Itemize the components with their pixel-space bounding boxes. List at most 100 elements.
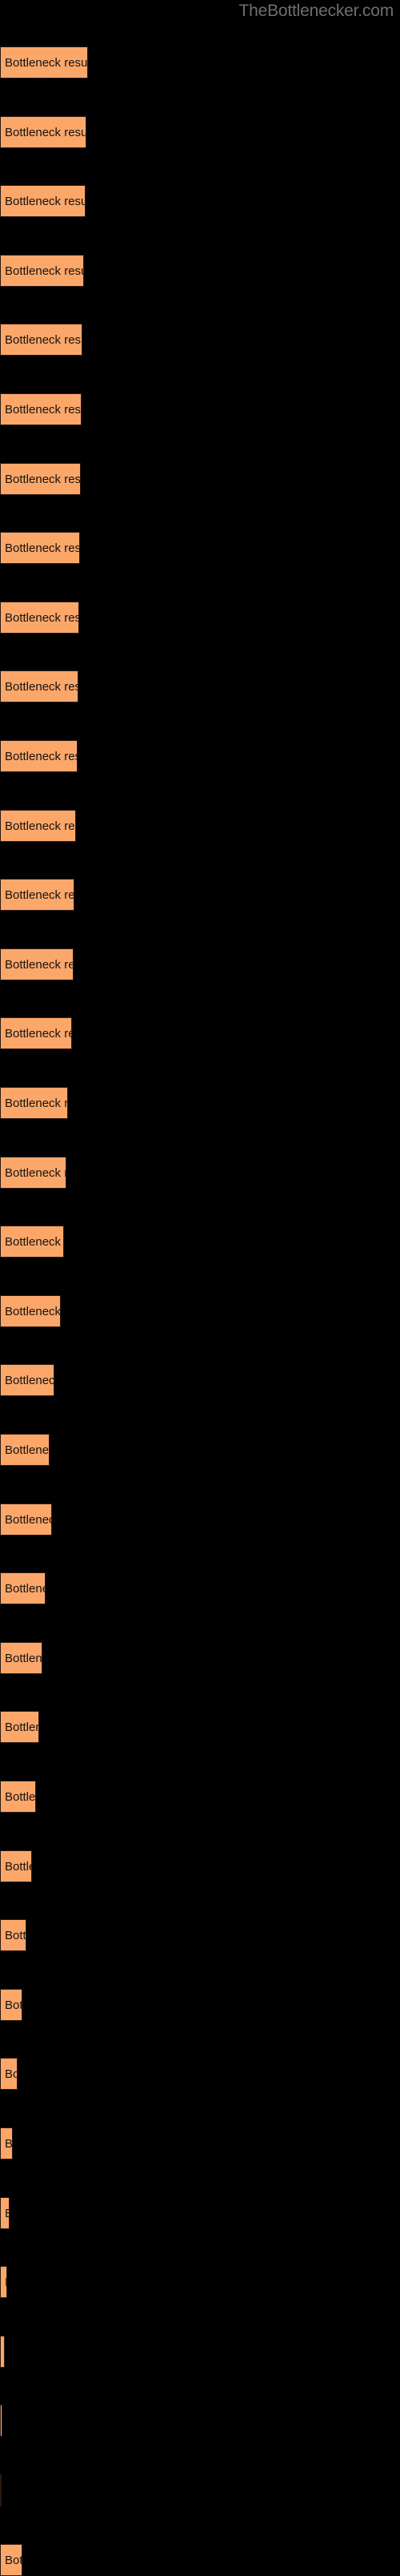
bar-row: Bottleneck result [0,1988,400,2021]
bar[interactable]: Bottleneck result [0,879,74,912]
bar[interactable]: Bottleneck result [0,1919,26,1952]
bar[interactable]: Bottleneck result [0,2196,10,2229]
bar-label: Bottleneck result [5,888,74,903]
bar-row: Bottleneck result [0,254,400,287]
bar-row: Bottleneck result [0,1226,400,1258]
bar-row: Bottleneck result [0,2543,400,2576]
bar-label: Bottleneck result [5,1443,50,1457]
bar[interactable]: Bottleneck result [0,324,82,356]
bar[interactable]: Bottleneck result [0,601,79,634]
bar[interactable]: Bottleneck result [0,1087,68,1119]
bar-label: Bottleneck result [5,1097,68,1110]
bar-label: Bottleneck result [5,819,75,833]
bar-label: Bottleneck result [5,2137,13,2151]
bar-label: Bottleneck result [5,125,86,139]
bar-label: Bottleneck result [5,2067,17,2082]
bar-row: Bottleneck result [0,2474,400,2506]
bar-row: Bottleneck result [0,1156,400,1189]
bar-label: Bottleneck result [5,403,82,417]
bar[interactable]: Bottleneck result [0,2266,7,2299]
bar-label: Bottleneck result [5,333,82,348]
bar-label: Bottleneck result [5,1929,26,1943]
bar[interactable]: Bottleneck result [0,115,86,148]
bar-label: Bottleneck result [5,2198,9,2228]
bar-label: Bottleneck result [5,2267,6,2297]
bar-label: Bottleneck result [5,264,83,278]
bar[interactable]: Bottleneck result [0,1988,22,2021]
bar[interactable]: Bottleneck result [0,1641,42,1674]
bar[interactable]: Bottleneck result [0,2474,2,2506]
bar-row: Bottleneck result [0,1294,400,1327]
bar-row: Bottleneck result [0,740,400,772]
bar[interactable]: Bottleneck result [0,1572,46,1605]
bar[interactable]: Bottleneck result [0,462,81,495]
bar-label: Bottleneck result [5,1304,61,1318]
bar-label: Bottleneck result [5,1512,51,1527]
bar[interactable]: Bottleneck result [0,2543,22,2576]
bar-row: Bottleneck result [0,1641,400,1674]
bar[interactable]: Bottleneck result [0,1017,72,1050]
bar[interactable]: Bottleneck result [0,1294,61,1327]
bar[interactable]: Bottleneck result [0,2127,13,2159]
bar-row: Bottleneck result [0,601,400,634]
bar-label: Bottleneck result [5,1790,36,1804]
bar[interactable]: Bottleneck result [0,809,76,842]
bar-label: Bottleneck result [5,1721,38,1735]
bar-row: Bottleneck result [0,2127,400,2159]
bar-label: Bottleneck result [5,541,80,556]
bar-row: Bottleneck result [0,1503,400,1536]
bar-label: Bottleneck result [5,1165,66,1180]
bar-label: Bottleneck result [5,1859,31,1874]
bar[interactable]: Bottleneck result [0,948,74,980]
bar[interactable]: Bottleneck result [0,1711,39,1744]
bar-label: Bottleneck result [5,472,81,486]
bar-row: Bottleneck result [0,2405,400,2437]
bar-row: Bottleneck result [0,324,400,356]
bar-row: Bottleneck result [0,185,400,218]
bar-row: Bottleneck result [0,1849,400,1882]
bar[interactable]: Bottleneck result [0,1503,52,1536]
bar-row: Bottleneck result [0,670,400,703]
bar-row: Bottleneck result [0,462,400,495]
bar[interactable]: Bottleneck result [0,1226,64,1258]
bar-row: Bottleneck result [0,1919,400,1952]
bar-label: Bottleneck result [5,1027,71,1041]
bar[interactable]: Bottleneck result [0,670,78,703]
bar-row: Bottleneck result [0,393,400,425]
bar-label: Bottleneck result [5,1582,45,1596]
bar-label: Bottleneck result [5,680,78,694]
bar-row: Bottleneck result [0,1711,400,1744]
bar[interactable]: Bottleneck result [0,2335,5,2368]
bar[interactable]: Bottleneck result [0,2405,2,2437]
bar[interactable]: Bottleneck result [0,2058,18,2091]
bar-row: Bottleneck result [0,1572,400,1605]
bar-row: Bottleneck result [0,879,400,912]
bar[interactable]: Bottleneck result [0,46,88,78]
bar-row: Bottleneck result [0,2335,400,2368]
bar[interactable]: Bottleneck result [0,1781,36,1813]
bar-label: Bottleneck result [5,957,73,972]
bar[interactable]: Bottleneck result [0,1364,54,1397]
bar[interactable]: Bottleneck result [0,1849,32,1882]
bar[interactable]: Bottleneck result [0,254,84,287]
bar-row: Bottleneck result [0,948,400,980]
bar[interactable]: Bottleneck result [0,185,86,218]
bar-row: Bottleneck result [0,2196,400,2229]
bar[interactable]: Bottleneck result [0,1156,66,1189]
bar-label: Bottleneck result [5,1998,22,2012]
bar-row: Bottleneck result [0,1087,400,1119]
bar-row: Bottleneck result [0,1364,400,1397]
bar[interactable]: Bottleneck result [0,393,82,425]
bar-label: Bottleneck result [5,2553,22,2567]
bar[interactable]: Bottleneck result [0,532,80,565]
bar-row: Bottleneck result [0,2058,400,2091]
bar-row: Bottleneck result [0,1017,400,1050]
bar[interactable]: Bottleneck result [0,740,78,772]
bar-row: Bottleneck result [0,2266,400,2299]
bar-label: Bottleneck result [5,1235,63,1250]
bottleneck-bar-chart: TheBottlenecker.com Bottleneck result Bot… [0,0,400,2576]
bar[interactable]: Bottleneck result [0,1434,50,1466]
bar-row: Bottleneck result [0,532,400,565]
bar-label: Bottleneck result [5,1374,54,1388]
bars-layer: Bottleneck result Bottleneck result Bottle… [0,0,400,2576]
